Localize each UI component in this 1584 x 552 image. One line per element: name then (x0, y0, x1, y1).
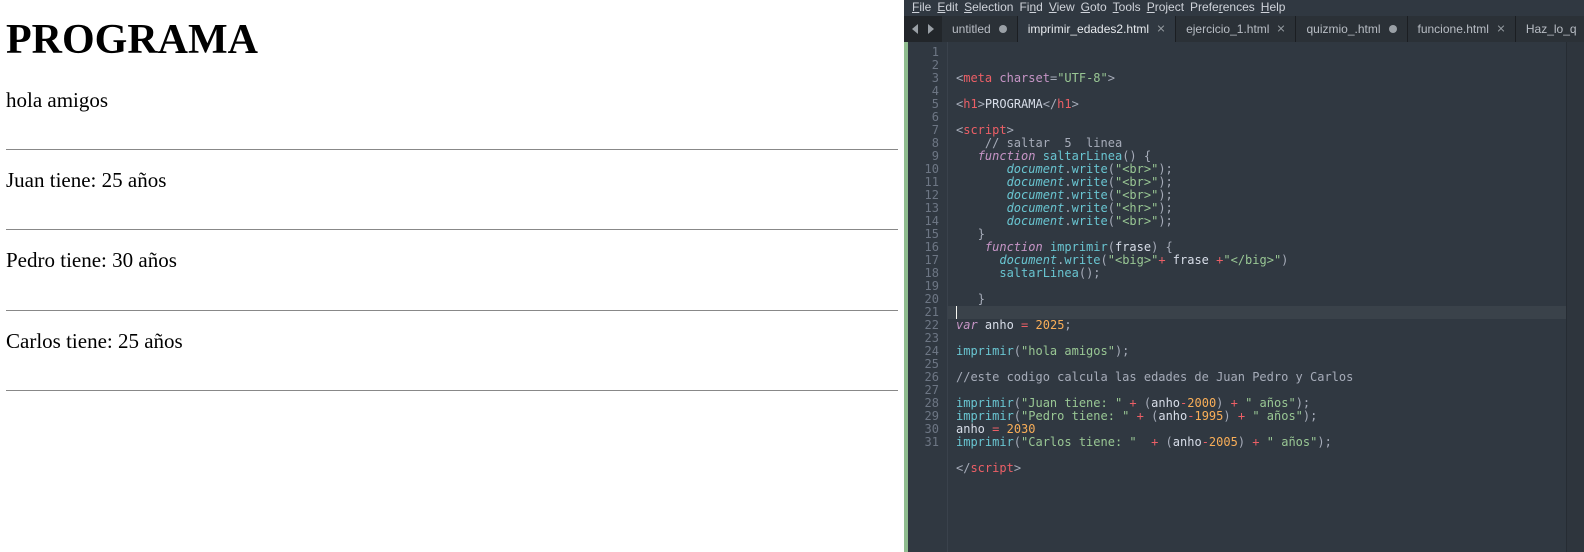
close-icon[interactable] (1157, 25, 1165, 33)
menu-item-selection[interactable]: Selection (964, 0, 1013, 14)
tab-next-icon[interactable] (926, 24, 934, 34)
output-separator (6, 149, 898, 150)
tab-strip: untitled imprimir_edades2.html ejercicio_1… (904, 16, 1584, 42)
tab-untitled[interactable]: untitled (942, 16, 1018, 42)
output-line: hola amigos (6, 88, 108, 112)
output-block: hola amigos Juan tiene: 25 años Pedro tien… (6, 88, 898, 409)
code-line[interactable]: //este codigo calcula las edades de Juan… (956, 371, 1566, 384)
tab-ejercicio-1-html[interactable]: ejercicio_1.html (1176, 16, 1296, 42)
menu-item-help[interactable]: Help (1261, 0, 1286, 14)
menu-item-goto[interactable]: Goto (1081, 0, 1107, 14)
code-editor-pane: File Edit Selection Find View Goto Tools Projec… (904, 0, 1584, 552)
menu-item-view[interactable]: View (1049, 0, 1075, 14)
tab-quizmio-html[interactable]: quizmio_.html (1296, 16, 1407, 42)
line-number-gutter: 1234567891011121314151617181920212223242… (908, 42, 948, 552)
code-line[interactable]: imprimir("hola amigos"); (956, 345, 1566, 358)
menu-item-find[interactable]: Find (1019, 0, 1042, 14)
output-line: Pedro tiene: 30 años (6, 248, 177, 272)
code-line[interactable]: } (956, 293, 1566, 306)
menu-item-edit[interactable]: Edit (937, 0, 958, 14)
tab-haz-lo-q[interactable]: Haz_lo_q (1516, 16, 1584, 42)
browser-output-pane: PROGRAMA hola amigos Juan tiene: 25 años P… (0, 0, 904, 552)
code-line[interactable]: <meta charset="UTF-8"> (956, 72, 1566, 85)
close-icon[interactable] (1497, 25, 1505, 33)
menu-item-preferences[interactable]: Preferences (1190, 0, 1255, 14)
output-separator (6, 390, 898, 391)
dirty-dot-icon (999, 25, 1007, 33)
tab-label: untitled (952, 22, 991, 36)
code-line[interactable] (956, 280, 1566, 293)
tab-imprimir-edades2-html[interactable]: imprimir_edades2.html (1018, 16, 1176, 42)
menu-item-file[interactable]: File (912, 0, 931, 14)
tab-funcione-html[interactable]: funcione.html (1408, 16, 1516, 42)
output-line: Carlos tiene: 25 años (6, 329, 183, 353)
dirty-dot-icon (1389, 25, 1397, 33)
code-line[interactable]: </script> (956, 462, 1566, 475)
tab-nav-arrows[interactable] (904, 16, 942, 42)
tab-label: Haz_lo_q (1526, 22, 1577, 36)
output-separator (6, 310, 898, 311)
tab-label: funcione.html (1418, 22, 1489, 36)
menu-bar[interactable]: File Edit Selection Find View Goto Tools Projec… (904, 0, 1584, 16)
code-line[interactable]: <h1>PROGRAMA</h1> (956, 98, 1566, 111)
tab-prev-icon[interactable] (912, 24, 920, 34)
menu-item-project[interactable]: Project (1147, 0, 1184, 14)
code-text[interactable]: <meta charset="UTF-8"> <h1>PROGRAMA</h1> <… (948, 42, 1566, 552)
close-icon[interactable] (1277, 25, 1285, 33)
code-line[interactable]: var anho = 2025; (956, 319, 1566, 332)
minimap[interactable] (1566, 42, 1584, 552)
code-line[interactable] (956, 111, 1566, 124)
page-heading: PROGRAMA (6, 16, 898, 64)
tab-label: quizmio_.html (1306, 22, 1380, 36)
code-line[interactable]: saltarLinea(); (956, 267, 1566, 280)
code-line[interactable]: imprimir("Pedro tiene: " + (anho-1995) +… (956, 410, 1566, 423)
tab-label: ejercicio_1.html (1186, 22, 1269, 36)
text-cursor (956, 306, 957, 319)
code-line[interactable]: imprimir("Carlos tiene: " + (anho-2005) … (956, 436, 1566, 449)
output-separator (6, 229, 898, 230)
tab-label: imprimir_edades2.html (1028, 22, 1149, 36)
code-line[interactable]: document.write("<br>"); (956, 215, 1566, 228)
line-number: 31 (908, 436, 939, 449)
menu-item-tools[interactable]: Tools (1113, 0, 1141, 14)
code-area[interactable]: 1234567891011121314151617181920212223242… (904, 42, 1584, 552)
code-line[interactable] (956, 449, 1566, 462)
output-line: Juan tiene: 25 años (6, 168, 166, 192)
